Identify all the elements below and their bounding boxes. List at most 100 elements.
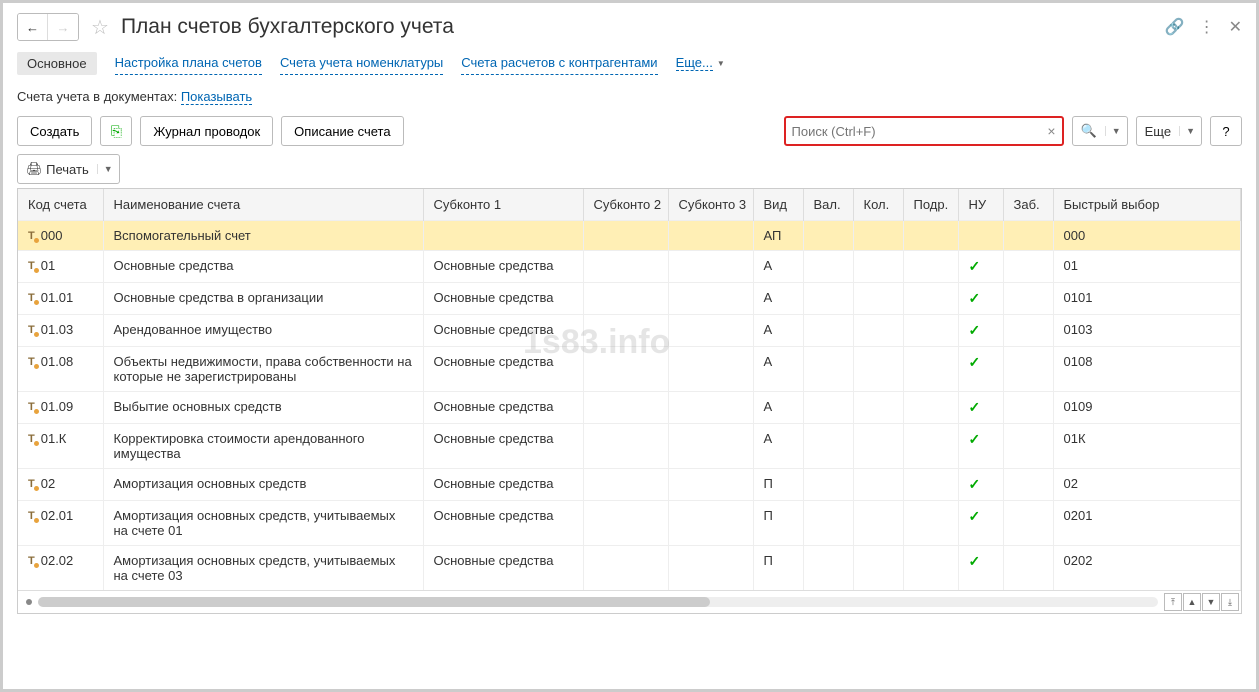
cell-zab [1003,424,1053,469]
cell-vid: А [753,251,803,283]
cell-sub3 [668,469,753,501]
cell-code: 02.01 [41,508,74,523]
help-button[interactable]: ? [1210,116,1242,146]
col-kol[interactable]: Кол. [853,189,903,221]
cell-sub1: Основные средства [423,315,583,347]
cell-sub2 [583,283,668,315]
create-copy-button[interactable]: ⎘ [100,116,132,146]
cell-name: Корректировка стоимости арендованного им… [103,424,423,469]
cell-val [803,469,853,501]
search-clear-icon[interactable]: × [1047,123,1055,139]
cell-val [803,347,853,392]
table-row[interactable]: T01.08Объекты недвижимости, права собств… [18,347,1241,392]
cell-quick: 0201 [1053,501,1241,546]
table-row[interactable]: T01Основные средстваОсновные средстваА✓0… [18,251,1241,283]
forward-button[interactable]: → [48,14,78,40]
table-row[interactable]: T01.09Выбытие основных средствОсновные с… [18,392,1241,424]
cell-name: Объекты недвижимости, права собственност… [103,347,423,392]
table-row[interactable]: T01.ККорректировка стоимости арендованно… [18,424,1241,469]
table-row[interactable]: T01.03Арендованное имуществоОсновные сре… [18,315,1241,347]
cell-zab [1003,221,1053,251]
print-button[interactable]: 🖨 Печать ▼ [17,154,120,184]
scroll-down-button[interactable]: ▼ [1202,593,1220,611]
cell-code: 01.03 [41,322,74,337]
check-icon: ✓ [969,399,981,415]
cell-sub3 [668,392,753,424]
check-icon: ✓ [969,431,981,447]
chevron-down-icon: ▼ [1105,126,1127,136]
cell-sub1: Основные средства [423,424,583,469]
cell-nu: ✓ [958,315,1003,347]
table-row[interactable]: T02Амортизация основных средствОсновные … [18,469,1241,501]
col-zab[interactable]: Заб. [1003,189,1053,221]
tab-nomenclature[interactable]: Счета учета номенклатуры [280,51,443,75]
cell-podr [903,347,958,392]
search-settings-button[interactable]: 🔍 ▼ [1072,116,1128,146]
tab-plan-settings[interactable]: Настройка плана счетов [115,51,262,75]
show-accounts-link[interactable]: Показывать [181,89,252,105]
close-icon[interactable]: ✕ [1229,17,1242,37]
cell-kol [853,392,903,424]
tabs-more-dropdown[interactable]: Еще... ▼ [676,55,725,71]
cell-sub1: Основные средства [423,347,583,392]
create-button[interactable]: Создать [17,116,92,146]
col-podr[interactable]: Подр. [903,189,958,221]
horizontal-scrollbar[interactable] [38,597,1158,607]
cell-quick: 02 [1053,469,1241,501]
col-vid[interactable]: Вид [753,189,803,221]
tab-counterparties[interactable]: Счета расчетов с контрагентами [461,51,657,75]
scroll-bottom-button[interactable]: ⤓ [1221,593,1239,611]
cell-name: Амортизация основных средств, учитываемы… [103,501,423,546]
search-box[interactable]: × [784,116,1064,146]
table-row[interactable]: T01.01Основные средства в организацииОсн… [18,283,1241,315]
link-icon[interactable]: 🔗 [1165,17,1185,37]
journal-button[interactable]: Журнал проводок [140,116,273,146]
col-sub2[interactable]: Субконто 2 [583,189,668,221]
scroll-up-button[interactable]: ▲ [1183,593,1201,611]
cell-quick: 0108 [1053,347,1241,392]
describe-account-button[interactable]: Описание счета [281,116,403,146]
cell-val [803,283,853,315]
cell-sub1: Основные средства [423,501,583,546]
cell-vid: А [753,347,803,392]
col-val[interactable]: Вал. [803,189,853,221]
cell-quick: 0109 [1053,392,1241,424]
back-button[interactable]: ← [18,14,48,40]
cell-name: Арендованное имущество [103,315,423,347]
check-icon: ✓ [969,553,981,569]
account-type-icon: T [28,555,35,567]
search-input[interactable] [792,124,1048,139]
col-quick[interactable]: Быстрый выбор [1053,189,1241,221]
table-row[interactable]: T02.02Амортизация основных средств, учит… [18,546,1241,591]
scroll-handle-icon[interactable] [26,599,32,605]
favorite-star-icon[interactable]: ☆ [91,15,109,40]
scrollbar-thumb[interactable] [38,597,710,607]
col-sub3[interactable]: Субконто 3 [668,189,753,221]
check-icon: ✓ [969,258,981,274]
table-row[interactable]: T02.01Амортизация основных средств, учит… [18,501,1241,546]
cell-sub2 [583,424,668,469]
cell-nu: ✓ [958,283,1003,315]
tab-main[interactable]: Основное [17,52,97,75]
col-sub1[interactable]: Субконто 1 [423,189,583,221]
check-icon: ✓ [969,476,981,492]
col-code[interactable]: Код счета [18,189,103,221]
cell-podr [903,221,958,251]
cell-sub3 [668,251,753,283]
col-name[interactable]: Наименование счета [103,189,423,221]
check-icon: ✓ [969,508,981,524]
scroll-top-button[interactable]: ⤒ [1164,593,1182,611]
table-row[interactable]: T000Вспомогательный счетАП000 [18,221,1241,251]
cell-sub1: Основные средства [423,546,583,591]
col-nu[interactable]: НУ [958,189,1003,221]
cell-sub2 [583,251,668,283]
cell-podr [903,392,958,424]
printer-icon: 🖨 [26,161,43,177]
more-actions-button[interactable]: Еще ▼ [1136,116,1202,146]
cell-kol [853,251,903,283]
cell-val [803,546,853,591]
kebab-menu-icon[interactable]: ⋮ [1199,17,1215,37]
documents-accounts-line: Счета учета в документах: Показывать [17,89,1242,104]
cell-sub3 [668,424,753,469]
cell-sub2 [583,469,668,501]
